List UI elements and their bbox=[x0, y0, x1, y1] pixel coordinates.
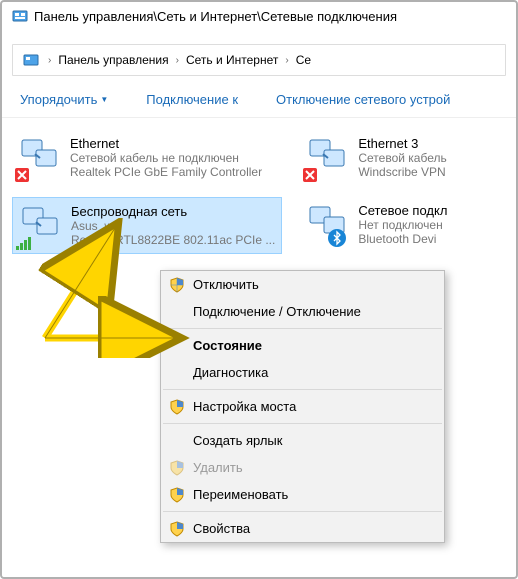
chevron-right-icon[interactable]: › bbox=[282, 55, 291, 66]
breadcrumb-item[interactable]: Сеть и Интернет bbox=[182, 51, 282, 69]
shield-icon bbox=[169, 460, 185, 476]
connection-wifi[interactable]: Беспроводная сеть Asus_wifi Realtek RTL8… bbox=[12, 197, 282, 254]
connection-status: Нет подключен bbox=[358, 218, 500, 232]
breadcrumb-item[interactable]: Панель управления bbox=[54, 51, 172, 69]
connection-device: Bluetooth Devi bbox=[358, 232, 500, 246]
menu-label: Переименовать bbox=[193, 487, 288, 502]
menu-properties[interactable]: Свойства bbox=[161, 515, 444, 542]
breadcrumb-bar[interactable]: › Панель управления › Сеть и Интернет › … bbox=[12, 44, 506, 76]
shield-icon bbox=[169, 487, 185, 503]
menu-label: Диагностика bbox=[193, 365, 268, 380]
organize-menu[interactable]: Упорядочить ▼ bbox=[12, 90, 116, 109]
connection-device: Realtek PCIe GbE Family Controller bbox=[70, 165, 276, 179]
context-menu: Отключить Подключение / Отключение Состо… bbox=[160, 270, 445, 543]
toolbar: Упорядочить ▼ Подключение к Отключение с… bbox=[2, 82, 516, 118]
menu-label: Отключить bbox=[193, 277, 259, 292]
window-title: Панель управления\Сеть и Интернет\Сетевы… bbox=[34, 9, 397, 24]
connection-device: Windscribe VPN bbox=[358, 165, 500, 179]
menu-disable[interactable]: Отключить bbox=[161, 271, 444, 298]
menu-delete: Удалить bbox=[161, 454, 444, 481]
connect-to-button[interactable]: Подключение к bbox=[138, 90, 246, 109]
menu-label: Подключение / Отключение bbox=[193, 304, 361, 319]
connection-device: Realtek RTL8822BE 802.11ac PCIe ... bbox=[71, 233, 275, 247]
menu-label: Свойства bbox=[193, 521, 250, 536]
shield-icon bbox=[169, 399, 185, 415]
chevron-right-icon[interactable]: › bbox=[173, 55, 182, 66]
connection-ethernet3[interactable]: Ethernet 3 Сетевой кабель Windscribe VPN bbox=[300, 130, 506, 185]
connection-title: Беспроводная сеть bbox=[71, 204, 275, 219]
menu-label: Удалить bbox=[193, 460, 243, 475]
disconnected-icon bbox=[303, 168, 317, 182]
disconnected-icon bbox=[15, 168, 29, 182]
disable-device-button[interactable]: Отключение сетевого устрой bbox=[268, 90, 458, 109]
menu-rename[interactable]: Переименовать bbox=[161, 481, 444, 508]
chevron-down-icon: ▼ bbox=[100, 95, 108, 104]
control-panel-icon bbox=[12, 8, 28, 24]
organize-label: Упорядочить bbox=[20, 92, 97, 107]
menu-connect-disconnect[interactable]: Подключение / Отключение bbox=[161, 298, 444, 325]
connection-title: Ethernet 3 bbox=[358, 136, 500, 151]
menu-create-shortcut[interactable]: Создать ярлык bbox=[161, 427, 444, 454]
chevron-right-icon[interactable]: › bbox=[45, 55, 54, 66]
bluetooth-icon bbox=[328, 229, 346, 247]
wifi-signal-icon bbox=[16, 237, 32, 250]
connection-ethernet[interactable]: Ethernet Сетевой кабель не подключен Rea… bbox=[12, 130, 282, 185]
menu-label: Создать ярлык bbox=[193, 433, 282, 448]
menu-bridge[interactable]: Настройка моста bbox=[161, 393, 444, 420]
connection-status: Сетевой кабель не подключен bbox=[70, 151, 276, 165]
connection-title: Ethernet bbox=[70, 136, 276, 151]
menu-label: Настройка моста bbox=[193, 399, 296, 414]
menu-diagnostics[interactable]: Диагностика bbox=[161, 359, 444, 386]
control-panel-icon bbox=[23, 52, 39, 68]
connection-status: Asus_wifi bbox=[71, 219, 275, 233]
connection-status: Сетевой кабель bbox=[358, 151, 500, 165]
shield-icon bbox=[169, 277, 185, 293]
shield-icon bbox=[169, 521, 185, 537]
connection-bluetooth[interactable]: Сетевое подкл Нет подключен Bluetooth De… bbox=[300, 197, 506, 252]
menu-label: Состояние bbox=[193, 338, 262, 353]
window-titlebar: Панель управления\Сеть и Интернет\Сетевы… bbox=[2, 2, 516, 30]
connection-title: Сетевое подкл bbox=[358, 203, 500, 218]
breadcrumb-item[interactable]: Се bbox=[292, 51, 315, 69]
menu-status[interactable]: Состояние bbox=[161, 332, 444, 359]
